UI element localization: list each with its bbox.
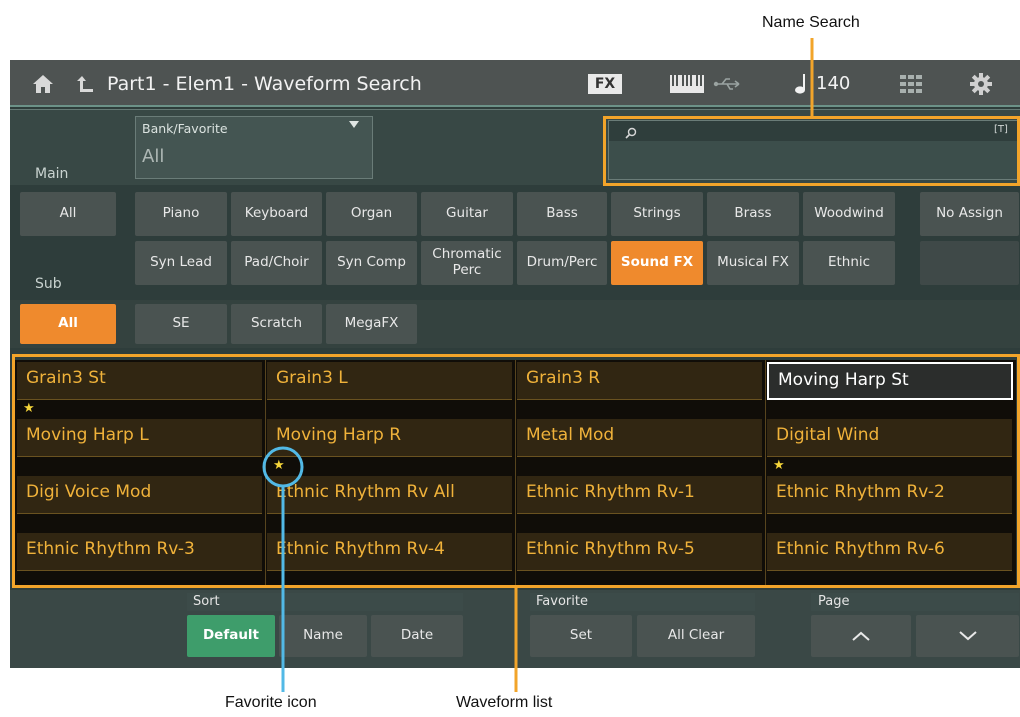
callout-lines	[262, 38, 814, 692]
